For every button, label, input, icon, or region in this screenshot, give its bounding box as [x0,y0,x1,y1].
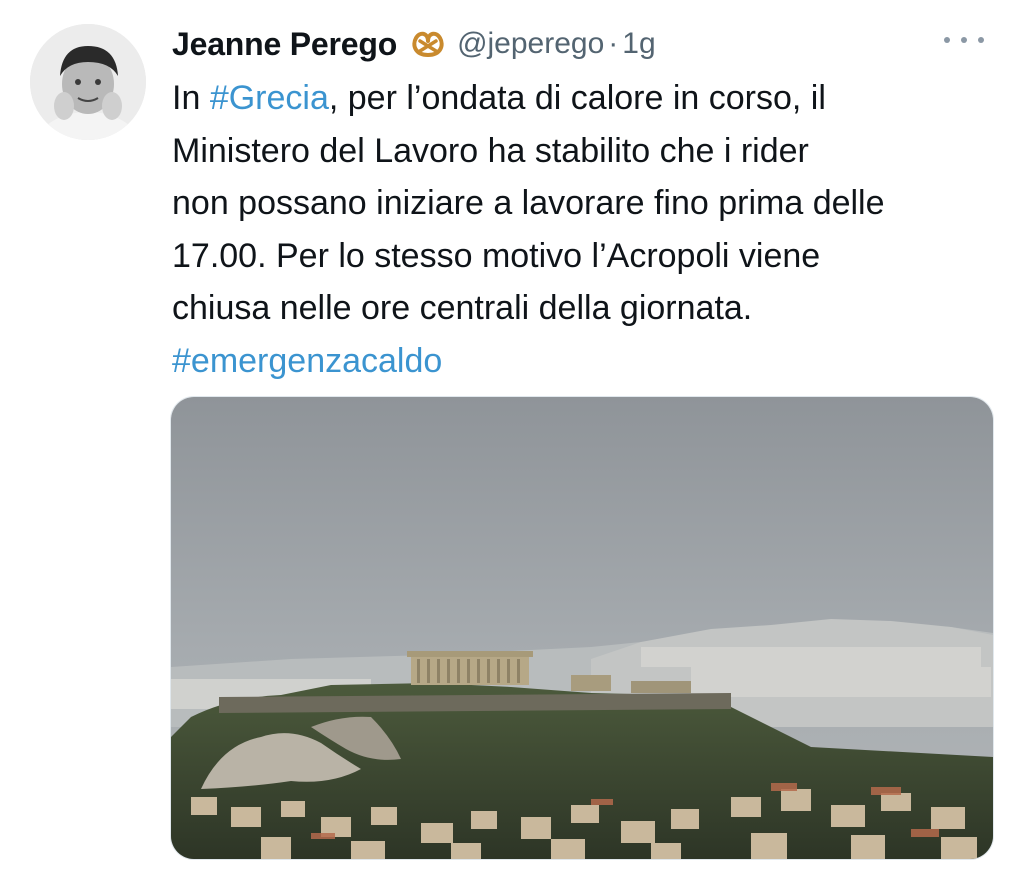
avatar-image [30,24,146,140]
author-handle[interactable]: @jeperego [457,27,604,61]
more-dots-icon[interactable] [944,28,984,52]
pretzel-icon [409,29,447,59]
hashtag-link-grecia[interactable]: #Grecia [210,79,329,117]
tweet-text-line: Ministero del Lavoro ha stabilito che i … [172,131,809,170]
tweet-text: In #Grecia, per l’ondata di calore in co… [172,72,1002,387]
tweet-text-line: In #Grecia, per l’ondata di calore in co… [172,79,826,117]
tweet-photo[interactable] [170,396,994,860]
hashtag-link-emergenzacaldo[interactable]: #emergenzacaldo [172,342,442,380]
tweet-header: Jeanne Perego @jeperego · 1g [172,22,656,66]
tweet-text-line: #emergenzacaldo [172,335,1002,388]
tweet: Jeanne Perego @jeperego · 1g In #Grecia,… [0,0,1024,879]
separator: · [608,27,619,60]
acropolis-photo [171,397,993,859]
timestamp[interactable]: 1g [622,27,655,61]
avatar[interactable] [30,24,146,140]
author-name[interactable]: Jeanne Perego [172,26,397,63]
tweet-text-line: non possano iniziare a lavorare fino pri… [172,184,885,222]
tweet-text-line: chiusa nelle ore centrali della giornata… [172,289,753,327]
tweet-text-line: 17.00. Per lo stesso motivo l’Acropoli v… [172,236,821,275]
